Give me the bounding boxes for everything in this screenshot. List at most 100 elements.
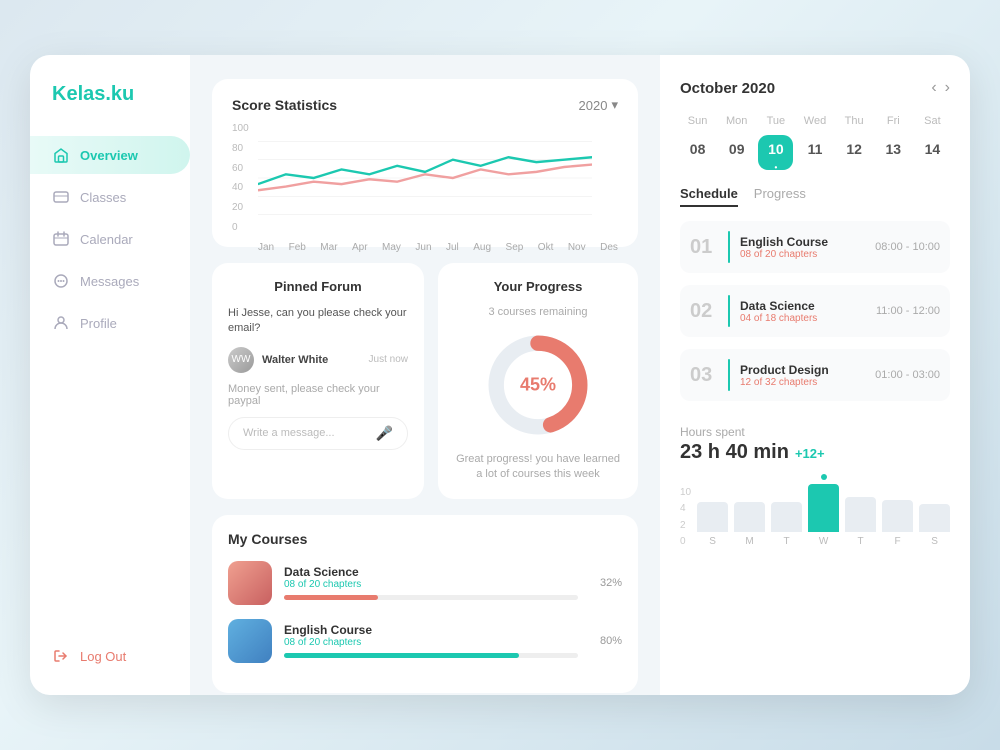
x-axis-labels: JanFebMarAprMayJun JulAugSepOktNovDes: [232, 242, 618, 253]
sched-name-1: English Course: [740, 235, 865, 249]
calendar-navigation: ‹ ›: [931, 79, 950, 97]
course-item-1[interactable]: Data Science 08 of 20 chapters 32%: [228, 561, 622, 605]
calendar-header: October 2020 ‹ ›: [680, 79, 950, 97]
cal-day-9[interactable]: 09: [719, 135, 754, 170]
forum-input-placeholder: Write a message...: [243, 427, 335, 439]
donut-chart: 45%: [483, 330, 593, 440]
sidebar-item-classes[interactable]: Classes: [30, 178, 190, 216]
dashboard: Kelas.ku Overview Classes: [30, 55, 970, 695]
next-month-button[interactable]: ›: [945, 79, 950, 97]
main-content: Score Statistics 2020 ▾ 100806040200: [190, 55, 660, 695]
cal-day-10[interactable]: 10: [758, 135, 793, 170]
day-header-sat: Sat: [915, 111, 950, 131]
sidebar-label-classes: Classes: [80, 190, 126, 205]
bar-t1: [771, 502, 802, 532]
bar-m: [734, 502, 765, 532]
tab-progress[interactable]: Progress: [754, 186, 806, 207]
sched-num-2: 02: [690, 300, 718, 323]
schedule-tabs: Schedule Progress: [680, 186, 950, 207]
sched-time-1: 08:00 - 10:00: [875, 241, 940, 253]
bar-label-t2: T: [845, 536, 876, 547]
sched-info-1: English Course 08 of 20 chapters: [740, 235, 865, 260]
sched-info-3: Product Design 12 of 32 chapters: [740, 363, 865, 388]
course-chapters-2: 08 of 20 chapters: [284, 637, 578, 648]
sidebar-item-messages[interactable]: Messages: [30, 262, 190, 300]
logo-text2: .ku: [105, 83, 134, 105]
course-pct-1: 32%: [590, 577, 622, 589]
schedule-item-1[interactable]: 01 English Course 08 of 20 chapters 08:0…: [680, 221, 950, 273]
sidebar-label-calendar: Calendar: [80, 232, 133, 247]
day-header-wed: Wed: [797, 111, 832, 131]
bar-w: [808, 484, 839, 532]
sched-divider-2: [728, 295, 730, 327]
bar-label-m: M: [734, 536, 765, 547]
sched-divider-3: [728, 359, 730, 391]
sidebar-label-overview: Overview: [80, 148, 138, 163]
bar-labels: S M T W T F S: [697, 536, 950, 547]
calendar-month: October 2020: [680, 80, 775, 97]
calendar-icon: [52, 230, 70, 248]
cal-day-8[interactable]: 08: [680, 135, 715, 170]
logout-label: Log Out: [80, 649, 126, 664]
logout-button[interactable]: Log Out: [30, 637, 148, 675]
sidebar-item-overview[interactable]: Overview: [30, 136, 190, 174]
bar-f: [882, 500, 913, 532]
bar-chart-container: 10420 S: [680, 472, 950, 547]
bar-label-s1: S: [697, 536, 728, 547]
day-header-fri: Fri: [876, 111, 911, 131]
user-avatar: WW: [228, 347, 254, 373]
schedule-item-2[interactable]: 02 Data Science 04 of 18 chapters 11:00 …: [680, 285, 950, 337]
course-name-1: Data Science: [284, 565, 578, 579]
progress-percentage: 45%: [520, 375, 556, 396]
my-courses-title: My Courses: [228, 531, 622, 547]
sched-time-3: 01:00 - 03:00: [875, 369, 940, 381]
progress-card: Your Progress 3 courses remaining 45% Gr…: [438, 263, 638, 499]
y-axis: 100806040200: [232, 123, 258, 233]
sched-chapters-2: 04 of 18 chapters: [740, 313, 866, 324]
cal-day-11[interactable]: 11: [797, 135, 832, 170]
app-logo: Kelas.ku: [30, 83, 156, 136]
progress-subtitle: 3 courses remaining: [488, 306, 587, 318]
day-header-thu: Thu: [837, 111, 872, 131]
logo-text: Kelas: [52, 83, 105, 105]
forum-timestamp: Just now: [369, 354, 408, 365]
bar-label-t1: T: [771, 536, 802, 547]
course-item-2[interactable]: English Course 08 of 20 chapters 80%: [228, 619, 622, 663]
forum-input-field[interactable]: Write a message... 🎤: [228, 417, 408, 450]
forum-message2: Money sent, please check your paypal: [228, 383, 408, 407]
bar-y-axis: 10420: [680, 487, 693, 547]
year-value: 2020: [579, 98, 608, 113]
course-thumbnail-2: [228, 619, 272, 663]
course-thumbnail-1: [228, 561, 272, 605]
bar-t2: [845, 497, 876, 532]
sidebar-item-calendar[interactable]: Calendar: [30, 220, 190, 258]
prev-month-button[interactable]: ‹: [931, 79, 936, 97]
day-header-mon: Mon: [719, 111, 754, 131]
cal-day-13[interactable]: 13: [876, 135, 911, 170]
bar-active-dot: [821, 474, 827, 480]
sched-divider-1: [728, 231, 730, 263]
schedule-item-3[interactable]: 03 Product Design 12 of 32 chapters 01:0…: [680, 349, 950, 401]
sidebar-label-messages: Messages: [80, 274, 139, 289]
bar-chart: [697, 472, 950, 532]
year-selector[interactable]: 2020 ▾: [579, 97, 618, 113]
day-header-tue: Tue: [758, 111, 793, 131]
sidebar: Kelas.ku Overview Classes: [30, 55, 190, 695]
cal-day-12[interactable]: 12: [837, 135, 872, 170]
progress-title: Your Progress: [494, 279, 583, 294]
forum-username: Walter White: [262, 354, 328, 366]
sched-chapters-1: 08 of 20 chapters: [740, 249, 865, 260]
profile-icon: [52, 314, 70, 332]
right-panel: October 2020 ‹ › Sun Mon Tue Wed Thu Fri…: [660, 55, 970, 695]
course-progress-fill-2: [284, 653, 519, 658]
tab-schedule[interactable]: Schedule: [680, 186, 738, 207]
score-statistics-card: Score Statistics 2020 ▾ 100806040200: [212, 79, 638, 247]
sidebar-item-profile[interactable]: Profile: [30, 304, 190, 342]
sched-num-3: 03: [690, 364, 718, 387]
classes-icon: [52, 188, 70, 206]
course-info-1: Data Science 08 of 20 chapters: [284, 565, 578, 600]
active-day-dot: [773, 159, 778, 164]
day-header-sun: Sun: [680, 111, 715, 131]
course-progress-bg-2: [284, 653, 578, 658]
cal-day-14[interactable]: 14: [915, 135, 950, 170]
